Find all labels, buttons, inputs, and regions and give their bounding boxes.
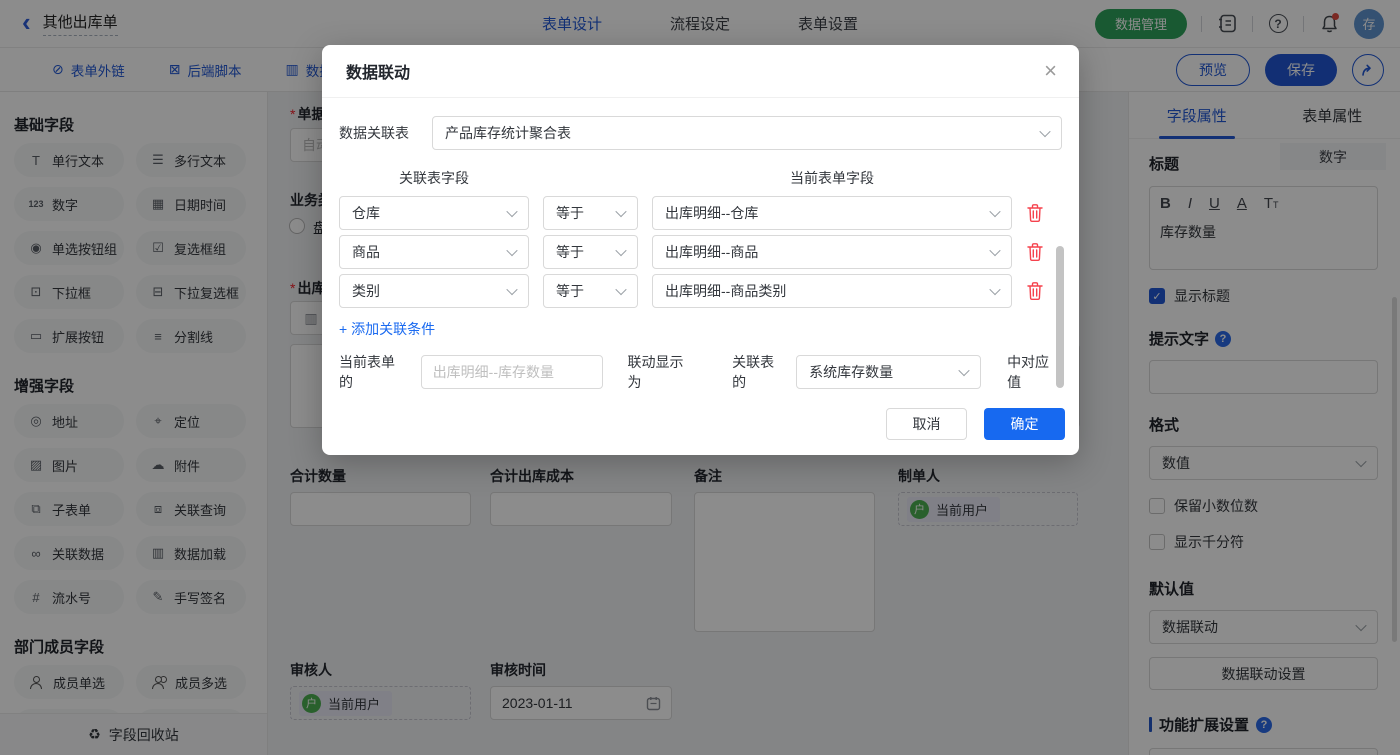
chevron-down-icon — [506, 283, 518, 296]
chevron-down-icon — [958, 364, 970, 377]
form-field-select[interactable]: 出库明细--仓库 — [652, 196, 1012, 230]
chevron-down-icon — [506, 244, 518, 257]
operator-select[interactable]: 等于 — [543, 196, 638, 230]
modal-footer: 取消 确定 — [886, 408, 1065, 440]
delete-row-button[interactable] — [1026, 242, 1044, 262]
chevron-down-icon — [615, 283, 627, 296]
modal-body: 数据关联表 产品库存统计聚合表 关联表字段 当前表单字段 仓库 等于 出库明细-… — [322, 98, 1079, 392]
column-header-right: 当前表单字段 — [790, 170, 874, 186]
confirm-button[interactable]: 确定 — [984, 408, 1065, 440]
relation-field-select[interactable]: 类别 — [339, 274, 529, 308]
form-field-select[interactable]: 出库明细--商品 — [652, 235, 1012, 269]
relation-table-select[interactable]: 产品库存统计聚合表 — [432, 116, 1062, 150]
mapping-target-select[interactable]: 系统库存数量 — [796, 355, 982, 389]
condition-grid: 关联表字段 当前表单字段 仓库 等于 出库明细--仓库 商品 等于 出库明细--… — [339, 168, 1062, 308]
cancel-button[interactable]: 取消 — [886, 408, 967, 440]
chevron-down-icon — [989, 283, 1001, 296]
modal-title: 数据联动 — [346, 65, 411, 82]
mapping-suffix-label: 中对应值 — [1007, 354, 1050, 390]
modal-scrollbar[interactable] — [1056, 246, 1064, 388]
mapping-source-input[interactable]: 出库明细--库存数量 — [420, 355, 604, 389]
mapping-prefix-label: 当前表单的 — [339, 354, 395, 390]
operator-select[interactable]: 等于 — [543, 235, 638, 269]
mapping-of-table-label: 关联表的 — [732, 354, 775, 390]
chevron-down-icon — [989, 244, 1001, 257]
column-header-left: 关联表字段 — [399, 170, 469, 186]
mapping-row: 当前表单的 出库明细--库存数量 联动显示为 关联表的 系统库存数量 中对应值 — [339, 352, 1062, 392]
operator-select[interactable]: 等于 — [543, 274, 638, 308]
form-field-select[interactable]: 出库明细--商品类别 — [652, 274, 1012, 308]
relation-table-row: 数据关联表 产品库存统计聚合表 — [339, 116, 1062, 150]
delete-row-button[interactable] — [1026, 203, 1044, 223]
chevron-down-icon — [1039, 125, 1051, 138]
close-icon[interactable]: × — [1044, 60, 1057, 82]
add-condition-link[interactable]: + 添加关联条件 — [339, 319, 435, 339]
app-root: ‹ 其他出库单 表单设计 流程设定 表单设置 数据管理 ? 存 ⊘ 表单外链 ⊠… — [0, 0, 1400, 755]
relation-field-select[interactable]: 仓库 — [339, 196, 529, 230]
chevron-down-icon — [615, 244, 627, 257]
mapping-middle-label: 联动显示为 — [627, 354, 684, 390]
data-linkage-modal: 数据联动 × 数据关联表 产品库存统计聚合表 关联表字段 当前表单字段 仓库 等… — [322, 45, 1079, 455]
modal-header: 数据联动 × — [322, 45, 1079, 98]
chevron-down-icon — [989, 205, 1001, 218]
chevron-down-icon — [506, 205, 518, 218]
delete-row-button[interactable] — [1026, 281, 1044, 301]
chevron-down-icon — [615, 205, 627, 218]
relation-field-select[interactable]: 商品 — [339, 235, 529, 269]
relation-table-label: 数据关联表 — [339, 125, 409, 141]
